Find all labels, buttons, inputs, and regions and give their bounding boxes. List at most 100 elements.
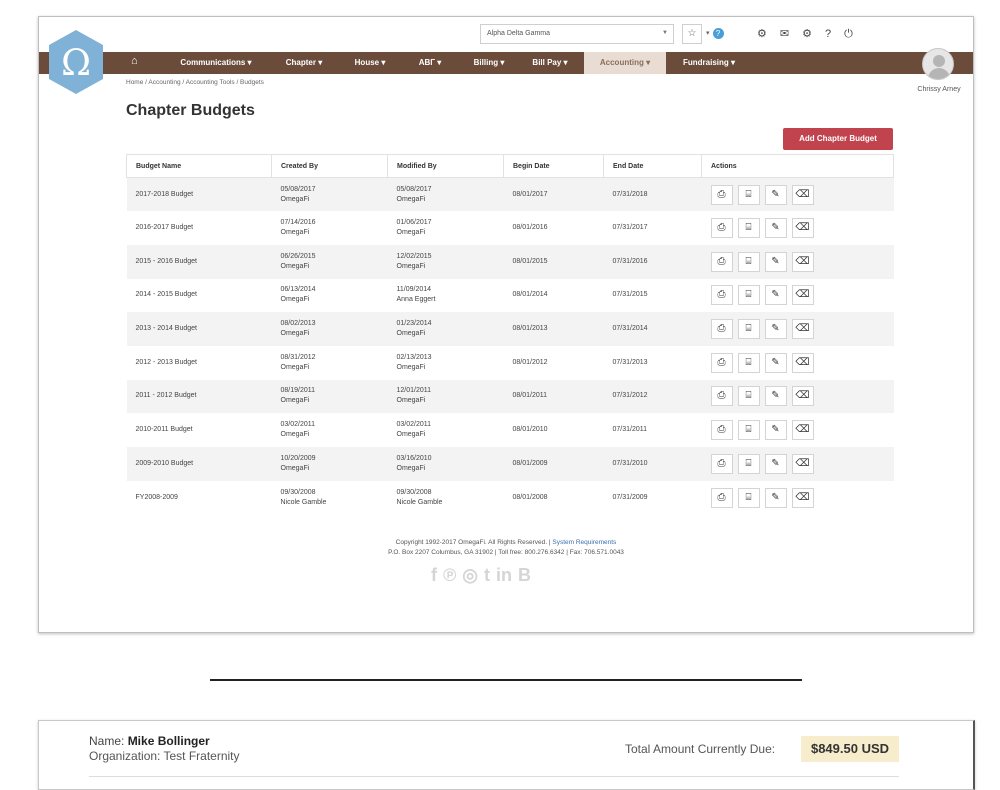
edit-icon[interactable]: ✎	[764, 184, 787, 205]
mail-icon[interactable]: ✉	[780, 24, 789, 44]
modified-by-user: OmegaFi	[396, 262, 426, 270]
name-label: Name:	[89, 734, 125, 748]
delete-icon[interactable]: ⌫	[791, 285, 814, 306]
excel-icon[interactable]: ⌸	[737, 453, 760, 474]
delete-icon[interactable]: ⌫	[791, 453, 814, 474]
delete-icon[interactable]: ⌫	[791, 352, 814, 373]
pdf-icon[interactable]: ⎙	[710, 352, 733, 373]
organization-select[interactable]: Alpha Delta Gamma ▼	[480, 24, 674, 44]
table-header-row: Budget Name Created By Modified By Begin…	[126, 154, 894, 178]
pdf-icon[interactable]: ⎙	[710, 285, 733, 306]
help-icon[interactable]: ?	[825, 24, 831, 44]
excel-icon[interactable]: ⌸	[737, 420, 760, 441]
excel-icon[interactable]: ⌸	[737, 386, 760, 407]
blog-icon[interactable]: B	[518, 565, 531, 586]
edit-icon[interactable]: ✎	[764, 487, 787, 508]
nav-bill-pay[interactable]: Bill Pay ▾	[519, 52, 581, 74]
delete-icon[interactable]: ⌫	[791, 386, 814, 407]
nav-communications[interactable]: Communications ▾	[167, 52, 265, 74]
delete-icon[interactable]: ⌫	[791, 218, 814, 239]
instagram-icon[interactable]: ◎	[462, 565, 478, 586]
facebook-icon[interactable]: f	[431, 565, 437, 586]
excel-icon[interactable]: ⌸	[737, 251, 760, 272]
begin-date-value: 08/01/2008	[512, 493, 548, 501]
edit-icon[interactable]: ✎	[764, 285, 787, 306]
created-by-value: 05/08/2017	[280, 185, 316, 193]
favorite-star-icon[interactable]: ☆	[682, 24, 702, 44]
gear-icon[interactable]: ⚙	[802, 24, 812, 44]
row-actions: ⎙ ⌸ ✎ ⌫	[710, 487, 894, 508]
nav-fundraising[interactable]: Fundraising ▾	[669, 52, 749, 74]
avatar[interactable]	[922, 48, 954, 80]
col-budget-name[interactable]: Budget Name	[126, 154, 272, 178]
edit-icon[interactable]: ✎	[764, 386, 787, 407]
pdf-icon[interactable]: ⎙	[710, 420, 733, 441]
delete-icon[interactable]: ⌫	[791, 319, 814, 340]
bell-icon[interactable]: ⚙	[757, 24, 767, 44]
edit-icon[interactable]: ✎	[764, 319, 787, 340]
card-divider	[89, 776, 899, 777]
linkedin-icon[interactable]: in	[496, 565, 512, 586]
created-by-value: 03/02/2011	[280, 421, 316, 429]
budget-name-cell: FY2008-2009	[127, 481, 272, 515]
modified-by-user: OmegaFi	[396, 330, 426, 338]
nav-greek[interactable]: ΑΒΓ ▾	[403, 52, 457, 74]
pdf-icon[interactable]: ⎙	[710, 218, 733, 239]
col-created-by[interactable]: Created By	[271, 154, 388, 178]
pdf-icon[interactable]: ⎙	[710, 487, 733, 508]
created-by-cell: 06/13/2014 OmegaFi	[272, 279, 388, 313]
edit-icon[interactable]: ✎	[764, 453, 787, 474]
pdf-icon[interactable]: ⎙	[710, 251, 733, 272]
created-by-cell: 08/31/2012 OmegaFi	[272, 346, 388, 380]
copyright: Copyright 1992-2017 OmegaFi. All Rights …	[395, 539, 553, 546]
excel-icon[interactable]: ⌸	[737, 487, 760, 508]
edit-icon[interactable]: ✎	[764, 218, 787, 239]
pinterest-icon[interactable]: ℗	[443, 565, 456, 586]
begin-date-value: 08/01/2013	[512, 325, 548, 333]
pdf-icon[interactable]: ⎙	[710, 453, 733, 474]
edit-icon[interactable]: ✎	[764, 251, 787, 272]
nav-billing[interactable]: Billing ▾	[459, 52, 519, 74]
actions-cell: ⎙ ⌸ ✎ ⌫	[701, 312, 894, 346]
nav-chapter[interactable]: Chapter ▾	[271, 52, 337, 74]
pdf-icon[interactable]: ⎙	[710, 184, 733, 205]
budget-name-value: 2012 - 2013 Budget	[135, 358, 198, 366]
nav-accounting[interactable]: Accounting ▾	[584, 52, 666, 74]
chevron-down-icon: ▼	[662, 30, 668, 36]
help-circle-icon: ?	[712, 27, 724, 39]
help-dropdown[interactable]: ▾?	[706, 24, 734, 44]
delete-icon[interactable]: ⌫	[791, 184, 814, 205]
begin-date-cell: 08/01/2014	[504, 279, 604, 313]
excel-icon[interactable]: ⌸	[737, 218, 760, 239]
edit-icon[interactable]: ✎	[764, 352, 787, 373]
pdf-icon[interactable]: ⎙	[710, 319, 733, 340]
add-chapter-budget-button[interactable]: Add Chapter Budget	[783, 128, 893, 150]
modified-by-value: 05/08/2017	[396, 185, 432, 193]
col-modified-by[interactable]: Modified By	[387, 154, 504, 178]
breadcrumb[interactable]: Home / Accounting / Accounting Tools / B…	[126, 79, 264, 86]
edit-icon[interactable]: ✎	[764, 420, 787, 441]
delete-icon[interactable]: ⌫	[791, 251, 814, 272]
created-by-value: 08/31/2012	[280, 353, 316, 361]
twitter-icon[interactable]: t	[484, 565, 490, 586]
system-requirements-link[interactable]: System Requirements	[552, 539, 616, 546]
delete-icon[interactable]: ⌫	[791, 487, 814, 508]
excel-icon[interactable]: ⌸	[737, 184, 760, 205]
user-name[interactable]: Chrissy Arney	[899, 86, 979, 93]
actions-cell: ⎙ ⌸ ✎ ⌫	[702, 413, 894, 447]
col-begin-date[interactable]: Begin Date	[503, 154, 604, 178]
omegafi-logo[interactable]: Ω	[45, 29, 107, 95]
delete-icon[interactable]: ⌫	[791, 420, 814, 441]
excel-icon[interactable]: ⌸	[737, 352, 760, 373]
power-icon[interactable]: ⏻	[844, 24, 853, 44]
org-value: Test Fraternity	[163, 749, 240, 763]
actions-cell: ⎙ ⌸ ✎ ⌫	[701, 244, 894, 279]
pdf-icon[interactable]: ⎙	[710, 386, 733, 407]
excel-icon[interactable]: ⌸	[737, 319, 760, 340]
modified-by-value: 01/06/2017	[396, 219, 432, 227]
col-end-date[interactable]: End Date	[603, 154, 702, 178]
excel-icon[interactable]: ⌸	[737, 285, 760, 306]
row-actions: ⎙ ⌸ ✎ ⌫	[710, 218, 894, 239]
nav-house[interactable]: House ▾	[341, 52, 399, 74]
home-icon[interactable]: ⌂	[131, 55, 138, 67]
